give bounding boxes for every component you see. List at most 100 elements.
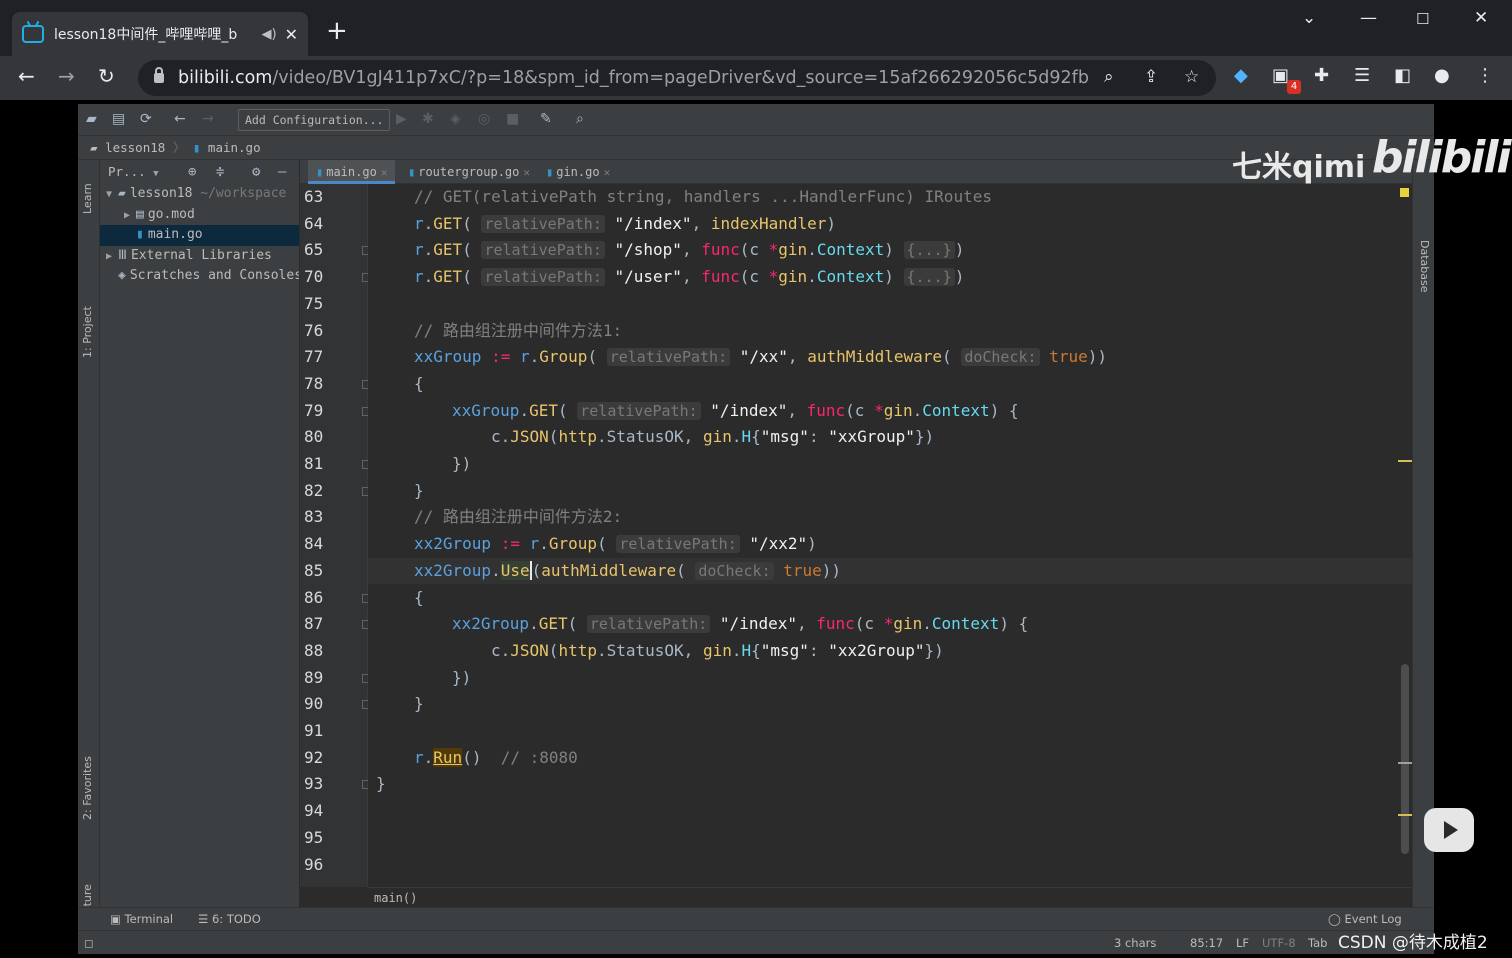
minimize-icon[interactable]: — <box>1360 8 1377 28</box>
project-view-selector[interactable]: Pr... <box>108 164 146 179</box>
tree-item[interactable]: ▼ ▰ lesson18 ~/workspace <box>100 184 299 205</box>
coverage-icon[interactable]: ◈ <box>450 111 461 127</box>
nav-back-icon[interactable]: ← <box>174 111 186 127</box>
profile-icon[interactable]: ◎ <box>478 111 490 127</box>
code-line[interactable]: // 路由组注册中间件方法1: <box>368 318 1412 345</box>
scroll-marker[interactable] <box>1398 762 1412 764</box>
forward-icon[interactable]: → <box>58 64 75 88</box>
zoom-icon[interactable]: ⌕ <box>1104 67 1114 87</box>
code-line-current[interactable]: xx2Group.Use (authMiddleware( doCheck: tr… <box>368 557 1412 585</box>
wrench-icon[interactable]: ✎ <box>540 111 552 127</box>
line-number[interactable]: 79 <box>304 398 344 425</box>
code-line[interactable]: } <box>368 771 1412 798</box>
line-number[interactable]: 75 <box>304 291 344 318</box>
line-number[interactable]: 70 <box>304 264 344 291</box>
code-editor[interactable]: // GET(relativePath string, handlers ...… <box>368 184 1412 887</box>
cursor-position[interactable]: 85:17 <box>1190 931 1223 955</box>
url-text[interactable]: bilibili.com/video/BV1gJ411p7xC/?p=18&sp… <box>178 68 1088 88</box>
code-line[interactable]: { <box>368 371 1412 398</box>
line-number[interactable]: 76 <box>304 318 344 345</box>
new-tab-icon[interactable]: + <box>326 18 348 44</box>
address-bar[interactable]: bilibili.com/video/BV1gJ411p7xC/?p=18&sp… <box>138 60 1216 96</box>
code-line[interactable]: // 路由组注册中间件方法2: <box>368 504 1412 531</box>
tree-item[interactable]: ◈ Scratches and Consoles <box>100 266 299 287</box>
line-number[interactable]: 65 <box>304 237 344 264</box>
save-icon[interactable]: ▤ <box>112 111 125 127</box>
side-panel-icon[interactable]: ◧ <box>1394 65 1411 86</box>
line-number[interactable]: 85 <box>304 558 344 585</box>
line-number[interactable]: 87 <box>304 611 344 638</box>
line-number[interactable]: 96 <box>304 852 344 879</box>
file-encoding[interactable]: UTF-8 <box>1262 931 1296 955</box>
line-number[interactable]: 91 <box>304 718 344 745</box>
line-number[interactable]: 94 <box>304 798 344 825</box>
line-number[interactable]: 81 <box>304 451 344 478</box>
tab-search-icon[interactable]: ⌄ <box>1302 8 1316 28</box>
tab-main-go[interactable]: ▮ main.go ✕ <box>308 160 396 184</box>
todo-tab[interactable]: ☰ 6: TODO <box>198 908 261 931</box>
line-number[interactable]: 89 <box>304 665 344 692</box>
warning-marker[interactable] <box>1398 814 1412 816</box>
tree-item[interactable]: ▮ main.go <box>100 225 299 246</box>
code-line[interactable]: c.JSON(http.StatusOK, gin.H{"msg": "xx2G… <box>368 638 1412 665</box>
play-icon[interactable] <box>1424 808 1474 852</box>
breadcrumb-file[interactable]: main.go <box>208 140 261 155</box>
editor-scrollbar[interactable] <box>1401 664 1409 854</box>
code-line[interactable]: }) <box>368 451 1412 478</box>
project-tool-tab[interactable]: 1: Project <box>81 306 94 358</box>
line-number[interactable]: 77 <box>304 344 344 371</box>
code-line[interactable]: r.GET( relativePath: "/shop", func(c *gi… <box>368 237 1412 264</box>
search-icon[interactable]: ⌕ <box>576 111 584 127</box>
code-line[interactable]: xx2Group := r.Group( relativePath: "/xx2… <box>368 531 1412 558</box>
code-line[interactable]: c.JSON(http.StatusOK, gin.H{"msg": "xxGr… <box>368 424 1412 451</box>
tab-gin-go[interactable]: ▮ gin.go ✕ <box>538 160 618 184</box>
code-line[interactable]: // GET(relativePath string, handlers ...… <box>368 184 1412 211</box>
code-line[interactable]: } <box>368 478 1412 505</box>
line-number[interactable]: 82 <box>304 478 344 505</box>
database-tool-tab[interactable]: Database <box>1418 240 1431 293</box>
tree-item[interactable]: ▶ ▤ go.mod <box>100 205 299 226</box>
tab-routergroup-go[interactable]: ▮ routergroup.go ✕ <box>400 160 538 184</box>
run-icon[interactable]: ▶ <box>396 111 407 127</box>
layout-icon[interactable]: ◻ <box>84 931 94 955</box>
expand-arrow-icon[interactable]: ▶ <box>124 206 136 226</box>
code-line[interactable]: xxGroup.GET( relativePath: "/index", fun… <box>368 398 1412 425</box>
learn-tool-tab[interactable]: Learn <box>81 183 94 214</box>
maximize-icon[interactable]: ☐ <box>1416 10 1429 28</box>
gear-icon[interactable]: ⚙ <box>252 160 260 184</box>
speaker-icon[interactable]: ◀) <box>262 27 277 42</box>
expand-arrow-icon[interactable]: ▶ <box>106 247 118 267</box>
code-line[interactable]: xxGroup := r.Group( relativePath: "/xx",… <box>368 344 1412 371</box>
reload-icon[interactable]: ↻ <box>98 64 115 88</box>
line-number[interactable]: 95 <box>304 825 344 852</box>
line-separator[interactable]: LF <box>1236 931 1249 955</box>
code-line[interactable]: { <box>368 585 1412 612</box>
code-line[interactable]: }) <box>368 665 1412 692</box>
line-number[interactable]: 80 <box>304 424 344 451</box>
line-number[interactable]: 78 <box>304 371 344 398</box>
expand-arrow-icon[interactable]: ▼ <box>106 185 118 205</box>
code-breadcrumb[interactable]: main() <box>368 887 1412 907</box>
indent-setting[interactable]: Tab <box>1308 931 1327 955</box>
profile-avatar-icon[interactable]: ● <box>1434 65 1450 86</box>
code-line[interactable]: r.GET( relativePath: "/index", indexHand… <box>368 211 1412 238</box>
line-number[interactable]: 86 <box>304 585 344 612</box>
warning-marker[interactable] <box>1398 460 1412 462</box>
reading-list-icon[interactable]: ☰ <box>1354 65 1370 86</box>
line-number[interactable]: 64 <box>304 211 344 238</box>
hide-panel-icon[interactable]: — <box>278 160 286 184</box>
open-folder-icon[interactable]: ▰ <box>86 111 97 127</box>
line-number[interactable]: 88 <box>304 638 344 665</box>
line-number[interactable]: 93 <box>304 771 344 798</box>
chevron-down-icon[interactable]: ▼ <box>153 169 158 179</box>
favorites-tool-tab[interactable]: 2: Favorites <box>81 756 94 820</box>
tree-item[interactable]: ▶ Ⅲ External Libraries <box>100 246 299 267</box>
close-window-icon[interactable]: ✕ <box>1474 8 1488 28</box>
extensions-puzzle-icon[interactable]: ✚ <box>1314 65 1329 86</box>
line-number[interactable]: 83 <box>304 504 344 531</box>
bookmark-star-icon[interactable]: ☆ <box>1184 67 1199 87</box>
browser-tab[interactable]: lesson18中间件_哔哩哔哩_b ◀) ✕ <box>12 12 308 56</box>
code-line[interactable]: xx2Group.GET( relativePath: "/index", fu… <box>368 611 1412 638</box>
line-number[interactable]: 92 <box>304 745 344 772</box>
code-line[interactable]: } <box>368 691 1412 718</box>
